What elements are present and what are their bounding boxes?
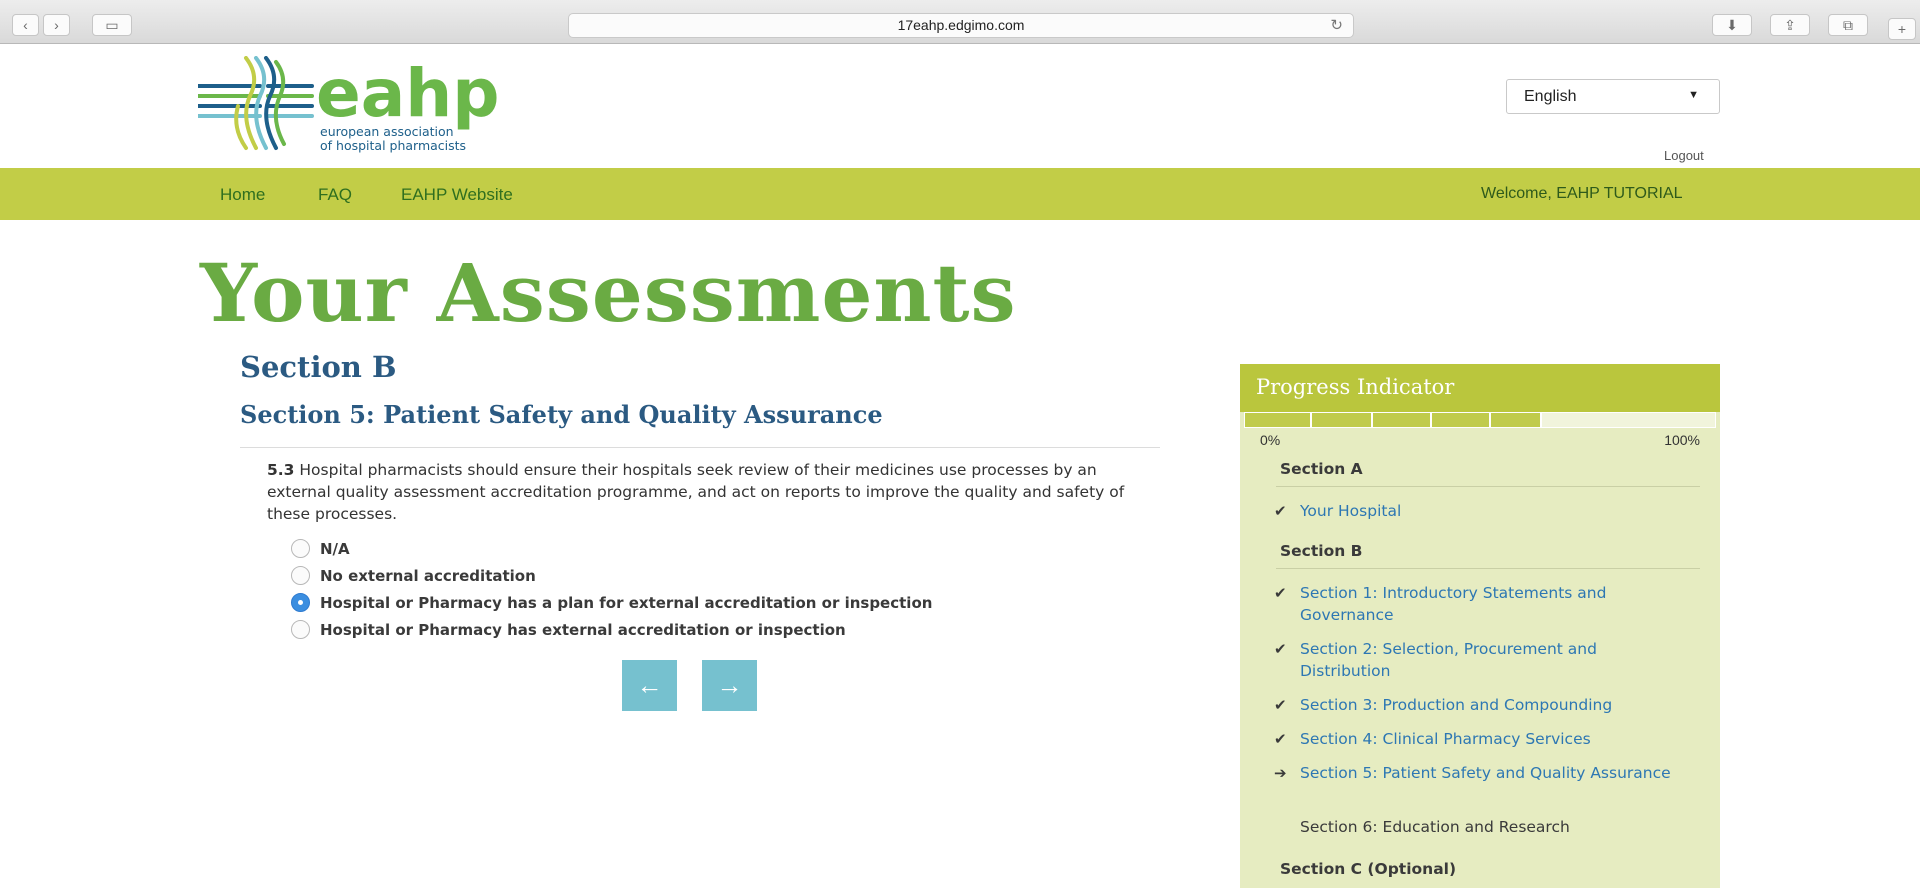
sidebar-icon: ▭: [105, 16, 119, 33]
progress-section-b: Section B: [1280, 542, 1363, 560]
radio-button-selected[interactable]: [291, 593, 310, 612]
download-button[interactable]: ⬇: [1712, 14, 1752, 36]
new-tab-button[interactable]: +: [1888, 18, 1916, 40]
progress-item-label: Section 2: Selection, Procurement and Di…: [1300, 640, 1597, 680]
check-circle-icon: ✔: [1274, 696, 1287, 714]
nav-home-link[interactable]: Home: [220, 185, 265, 205]
radio-button[interactable]: [291, 539, 310, 558]
progress-item-label: Section 5: Patient Safety and Quality As…: [1300, 764, 1671, 782]
reload-icon[interactable]: ↻: [1330, 14, 1343, 37]
back-button[interactable]: ‹: [12, 14, 39, 36]
arrow-right-icon: →: [716, 670, 743, 700]
progress-segment: [1490, 413, 1542, 427]
progress-item-section-6: Section 6: Education and Research: [1274, 816, 1674, 838]
progress-segment: [1245, 413, 1313, 427]
next-button[interactable]: →: [702, 660, 757, 711]
svg-text:eahp: eahp: [316, 56, 500, 132]
forward-button[interactable]: ›: [43, 14, 70, 36]
browser-toolbar: ‹ › ▭ 17eahp.edgimo.com ↻ ⬇ ⇪ ⧉ +: [0, 0, 1920, 44]
share-icon: ⇪: [1784, 16, 1796, 33]
nav-website-link[interactable]: EAHP Website: [401, 185, 513, 205]
caret-down-icon: ▼: [1688, 89, 1699, 101]
address-bar[interactable]: 17eahp.edgimo.com ↻: [568, 13, 1354, 38]
progress-item-label: Section 1: Introductory Statements and G…: [1300, 584, 1607, 624]
progress-segment: [1312, 413, 1374, 427]
download-icon: ⬇: [1726, 16, 1738, 33]
progress-item-label: Section 4: Clinical Pharmacy Services: [1300, 730, 1591, 748]
progress-section-a: Section A: [1280, 460, 1363, 478]
question-text: 5.3 Hospital pharmacists should ensure t…: [267, 459, 1137, 525]
logo-mark-icon: eahp european association of hospital ph…: [196, 55, 500, 153]
option-has-accreditation[interactable]: Hospital or Pharmacy has external accred…: [291, 616, 932, 643]
sidebar-toggle-button[interactable]: ▭: [92, 14, 132, 36]
plus-icon: +: [1897, 21, 1907, 37]
subsection-heading: Section 5: Patient Safety and Quality As…: [240, 400, 883, 429]
question-number: 5.3: [267, 461, 295, 479]
progress-min-label: 0%: [1260, 432, 1281, 448]
chevron-right-icon: ›: [54, 17, 59, 33]
previous-button[interactable]: ←: [622, 660, 677, 711]
chevron-left-icon: ‹: [23, 17, 28, 33]
svg-text:european association: european association: [320, 124, 454, 139]
progress-bar: [1244, 412, 1716, 428]
share-button[interactable]: ⇪: [1770, 14, 1810, 36]
nav-faq-link[interactable]: FAQ: [318, 185, 352, 205]
divider: [1276, 568, 1700, 569]
question-body: Hospital pharmacists should ensure their…: [267, 461, 1125, 523]
progress-item-label: Section 6: Education and Research: [1300, 818, 1570, 836]
progress-max-label: 100%: [1664, 432, 1700, 448]
section-heading: Section B: [240, 350, 397, 384]
answer-options: N/A No external accreditation Hospital o…: [291, 535, 932, 643]
option-no-accreditation[interactable]: No external accreditation: [291, 562, 932, 589]
option-label: N/A: [320, 539, 350, 558]
progress-item-section-5[interactable]: ➔ Section 5: Patient Safety and Quality …: [1274, 762, 1674, 784]
radio-button[interactable]: [291, 566, 310, 585]
check-circle-icon: ✔: [1274, 640, 1287, 658]
progress-item-your-hospital[interactable]: ✔ Your Hospital: [1274, 500, 1674, 522]
divider: [1276, 486, 1700, 487]
check-circle-icon: ✔: [1274, 584, 1287, 602]
tabs-button[interactable]: ⧉: [1828, 14, 1868, 36]
arrow-right-icon: ➔: [1274, 764, 1287, 782]
progress-section-c: Section C (Optional): [1280, 860, 1457, 878]
progress-item-section-2[interactable]: ✔ Section 2: Selection, Procurement and …: [1274, 638, 1674, 682]
option-label: Hospital or Pharmacy has a plan for exte…: [320, 593, 933, 612]
svg-text:of hospital pharmacists: of hospital pharmacists: [320, 138, 466, 153]
progress-segment: [1432, 413, 1491, 427]
language-selected: English: [1524, 88, 1577, 105]
option-plan-accreditation[interactable]: Hospital or Pharmacy has a plan for exte…: [291, 589, 932, 616]
welcome-text: Welcome, EAHP TUTORIAL: [1481, 185, 1683, 202]
progress-item-section-3[interactable]: ✔ Section 3: Production and Compounding: [1274, 694, 1674, 716]
page-title: Your Assessments: [200, 246, 1017, 340]
radio-button[interactable]: [291, 620, 310, 639]
option-label: Hospital or Pharmacy has external accred…: [320, 620, 846, 639]
tabs-icon: ⧉: [1843, 16, 1853, 33]
check-circle-icon: ✔: [1274, 502, 1287, 520]
option-label: No external accreditation: [320, 566, 536, 585]
option-na[interactable]: N/A: [291, 535, 932, 562]
arrow-left-icon: ←: [636, 670, 663, 700]
divider: [240, 447, 1160, 448]
eahp-logo[interactable]: eahp european association of hospital ph…: [196, 55, 548, 160]
progress-segment: [1373, 413, 1433, 427]
url-text: 17eahp.edgimo.com: [897, 17, 1025, 33]
progress-item-section-4[interactable]: ✔ Section 4: Clinical Pharmacy Services: [1274, 728, 1674, 750]
language-select[interactable]: English ▼: [1506, 79, 1720, 114]
progress-item-section-1[interactable]: ✔ Section 1: Introductory Statements and…: [1274, 582, 1674, 626]
progress-panel: Progress Indicator 0% 100% Section A ✔ Y…: [1240, 364, 1720, 888]
check-circle-icon: ✔: [1274, 730, 1287, 748]
progress-item-label: Section 3: Production and Compounding: [1300, 696, 1613, 714]
main-navbar: Home FAQ EAHP Website Welcome, EAHP TUTO…: [0, 168, 1920, 220]
progress-title: Progress Indicator: [1240, 364, 1720, 412]
progress-item-label: Your Hospital: [1300, 502, 1402, 520]
logout-link[interactable]: Logout: [1664, 148, 1704, 163]
